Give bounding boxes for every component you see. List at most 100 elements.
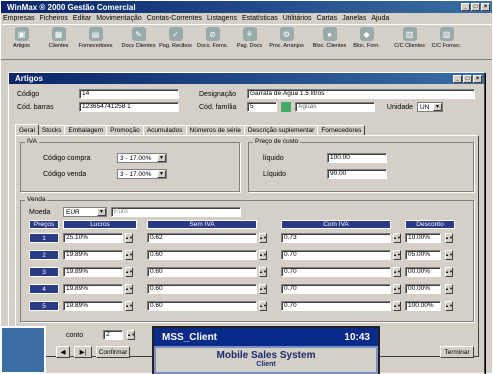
close-button[interactable]: × <box>473 74 482 83</box>
tool-label: Docs Clientes <box>121 43 156 49</box>
menu-janelas[interactable]: Janelas <box>342 15 366 22</box>
spin-button[interactable]: ▲▼ <box>393 301 401 311</box>
spin-button[interactable]: ▲▼ <box>259 301 267 311</box>
search-icon[interactable] <box>281 102 291 112</box>
tab-numeros-serie[interactable]: Números de série <box>185 125 245 135</box>
tool-pag-docs[interactable]: ⚘ Pag. Docs <box>231 27 268 59</box>
spin-button[interactable]: ▲▼ <box>125 284 133 294</box>
sem-iva-field[interactable]: 0.60 <box>147 267 257 277</box>
desconto-field[interactable]: 00.00% <box>405 284 441 294</box>
menu-movimentacao[interactable]: Movimentação <box>96 15 142 22</box>
menu-estatisticas[interactable]: Estatísticas <box>242 15 278 22</box>
codfamilia-field[interactable]: 5 <box>247 102 277 112</box>
sem-iva-field[interactable]: 0.60 <box>147 250 257 260</box>
desconto-field[interactable]: 10.00% <box>405 233 441 243</box>
menu-cartas[interactable]: Cartas <box>317 15 338 22</box>
codbarras-field[interactable]: 123654741258 1 <box>79 102 179 112</box>
spin-button[interactable]: ▲▼ <box>125 267 133 277</box>
spin-button[interactable]: ▲▼ <box>125 301 133 311</box>
tool-proc-arranjos[interactable]: ⚙ Proc. Arranjos <box>268 27 305 59</box>
spin-button[interactable]: ▲▼ <box>259 284 267 294</box>
tool-label: Docs. Forns. <box>196 43 229 49</box>
spin-button[interactable]: ▲▼ <box>259 267 267 277</box>
lucro-field[interactable]: 19.89% <box>63 250 123 260</box>
lucro-field[interactable]: 19.89% <box>63 301 123 311</box>
chevron-down-icon: ▼ <box>433 103 442 111</box>
spin-button[interactable]: ▲▼ <box>393 284 401 294</box>
menu-empresas[interactable]: Empresas <box>3 15 35 22</box>
tab-embalagem[interactable]: Embalagem <box>64 125 108 135</box>
maximize-button[interactable]: □ <box>471 3 480 11</box>
minimize-button[interactable]: _ <box>453 74 462 83</box>
close-button[interactable]: × <box>481 3 490 11</box>
tab-acumulados[interactable]: Acumulados <box>142 125 187 135</box>
spin-button[interactable]: ▲▼ <box>259 233 267 243</box>
spin-button[interactable]: ▲▼ <box>445 233 453 243</box>
com-iva-field[interactable]: 0.73 <box>281 233 391 243</box>
codigo-field[interactable]: 14 <box>79 89 179 99</box>
spin-button[interactable]: ▲▼ <box>127 330 136 340</box>
desconto-field[interactable]: 05.00% <box>405 250 441 260</box>
tool-artigos[interactable]: ▣ Artigos <box>3 27 40 59</box>
tab-promocao[interactable]: Promoção <box>106 125 144 135</box>
spin-button[interactable]: ▲▼ <box>445 284 453 294</box>
com-iva-field[interactable]: 0.70 <box>281 267 391 277</box>
spin-button[interactable]: ▲▼ <box>393 233 401 243</box>
liquido-field[interactable]: 100.00 <box>327 153 387 163</box>
lucro-field[interactable]: 19.89% <box>63 267 123 277</box>
venda-select[interactable]: 3 - 17.00% ▼ <box>117 169 167 179</box>
tool-fornecedores[interactable]: ▤ Fornecedores <box>77 27 114 59</box>
tab-descricao[interactable]: Descrição suplementar <box>243 125 319 135</box>
menu-utilitarios[interactable]: Utilitários <box>283 15 312 22</box>
prev-button[interactable]: ◀ <box>56 346 70 358</box>
tool-bloc-clientes[interactable]: ● Bloc. Clientes <box>311 27 348 59</box>
phone-line2: Client <box>256 361 276 368</box>
compra-select[interactable]: 3 - 17.00% ▼ <box>117 153 167 163</box>
confirmar-button[interactable]: Confirmar <box>96 346 130 358</box>
tool-label: Proc. Arranjos <box>269 43 304 49</box>
maximize-button[interactable]: □ <box>463 74 472 83</box>
ledger-icon: ▥ <box>402 27 417 41</box>
sem-iva-field[interactable]: 0.60 <box>147 284 257 294</box>
liquido2-field[interactable]: 90.00 <box>327 169 387 179</box>
menu-ficheiros[interactable]: Ficheiros <box>40 15 68 22</box>
tool-cc-clientes[interactable]: ▥ C/C Clientes <box>391 27 428 59</box>
lucro-field[interactable]: 19.89% <box>63 284 123 294</box>
menu-contas[interactable]: Contas-Correntes <box>147 15 202 22</box>
minimize-button[interactable]: _ <box>461 3 470 11</box>
tool-clientes[interactable]: ▦ Clientes <box>40 27 77 59</box>
spin-button[interactable]: ▲▼ <box>259 250 267 260</box>
designacao-field[interactable]: Garrafa de Água 1.5 litros <box>247 89 475 99</box>
spin-button[interactable]: ▲▼ <box>393 267 401 277</box>
moeda-select[interactable]: EUR ▼ <box>63 207 107 217</box>
lucro-field[interactable]: 25.10% <box>63 233 123 243</box>
tab-fornecedores[interactable]: Fornecedores <box>317 125 366 135</box>
spin-button[interactable]: ▲▼ <box>393 250 401 260</box>
tool-bloc-forn[interactable]: ◆ Bloc. Forn. <box>348 27 385 59</box>
menu-listagens[interactable]: Listagens <box>207 15 237 22</box>
terminar-button[interactable]: Terminar <box>440 346 474 358</box>
desconto-field[interactable]: 00.00% <box>405 267 441 277</box>
tab-stocks[interactable]: Stocks <box>37 125 66 135</box>
tool-pag-recibos[interactable]: ✓ Pag. Recibos <box>157 27 194 59</box>
tool-docs-clientes[interactable]: ✎ Docs Clientes <box>120 27 157 59</box>
spin-button[interactable]: ▲▼ <box>125 250 133 260</box>
menu-editar[interactable]: Editar <box>73 15 91 22</box>
last-button[interactable]: ▶| <box>74 346 92 358</box>
unidade-select[interactable]: UN ▼ <box>417 102 443 112</box>
sem-iva-field[interactable]: 0.60 <box>147 301 257 311</box>
tool-cc-fornec[interactable]: ▧ C/C Fornec. <box>428 27 465 59</box>
com-iva-field[interactable]: 0.70 <box>281 250 391 260</box>
spin-button[interactable]: ▲▼ <box>125 233 133 243</box>
tab-geral[interactable]: Geral <box>15 124 39 135</box>
spin-button[interactable]: ▲▼ <box>445 301 453 311</box>
com-iva-field[interactable]: 0.70 <box>281 301 391 311</box>
tool-docs-forns[interactable]: ⊘ Docs. Forns. <box>194 27 231 59</box>
com-iva-field[interactable]: 0.70 <box>281 284 391 294</box>
menu-ajuda[interactable]: Ajuda <box>371 15 389 22</box>
spin-button[interactable]: ▲▼ <box>445 250 453 260</box>
arred-field[interactable]: 2 <box>103 330 124 340</box>
spin-button[interactable]: ▲▼ <box>445 267 453 277</box>
sem-iva-field[interactable]: 0.62 <box>147 233 257 243</box>
desconto-field[interactable]: 100.00% <box>405 301 441 311</box>
